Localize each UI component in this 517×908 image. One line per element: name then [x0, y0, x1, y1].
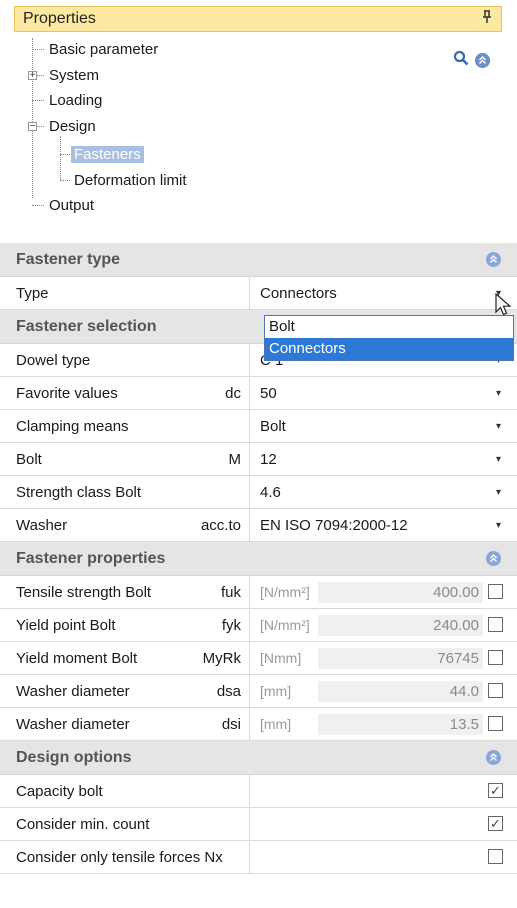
tree-item-system[interactable]: System	[46, 65, 102, 87]
dropdown-option-connectors[interactable]: Connectors	[265, 338, 513, 360]
dropdown-option-bolt[interactable]: Bolt	[265, 316, 513, 338]
pin-icon[interactable]	[481, 10, 493, 27]
tree-item-design[interactable]: Design	[46, 116, 99, 138]
panel-title: Properties	[23, 10, 96, 27]
tree-line	[60, 136, 61, 180]
property-row[interactable]: Yield point Bolt fyk [N/mm²] 240.00	[0, 609, 517, 642]
property-row[interactable]: Clamping means Bolt ▾	[0, 410, 517, 443]
clamping-means-select[interactable]: Bolt ▾	[250, 410, 517, 442]
tree-item-deformation-limit[interactable]: Deformation limit	[71, 170, 190, 192]
tree-line	[32, 205, 44, 206]
section-design-options[interactable]: Design options	[0, 741, 517, 775]
mouse-cursor-icon	[495, 292, 512, 321]
chevron-down-icon[interactable]: ▾	[496, 520, 501, 531]
property-row[interactable]: Strength class Bolt 4.6 ▾	[0, 476, 517, 509]
bolt-size-select[interactable]: 12 ▾	[250, 443, 517, 475]
tree-item-fasteners[interactable]: Fasteners	[71, 144, 144, 166]
tree-line	[60, 154, 70, 155]
collapse-section-icon[interactable]	[486, 750, 501, 770]
row-label: Type	[16, 284, 49, 302]
capacity-bolt-checkbox[interactable]: ✓	[488, 783, 503, 798]
tree-line	[36, 126, 44, 127]
section-fastener-type[interactable]: Fastener type	[0, 243, 517, 277]
collapse-all-icon[interactable]	[475, 52, 490, 68]
override-checkbox[interactable]	[488, 650, 503, 665]
collapse-section-icon[interactable]	[486, 252, 501, 272]
type-dropdown-list[interactable]: Bolt Connectors	[264, 315, 514, 361]
tensile-forces-checkbox[interactable]	[488, 849, 503, 864]
tree-line	[32, 38, 33, 198]
section-fastener-properties[interactable]: Fastener properties	[0, 542, 517, 576]
tree-line	[32, 49, 44, 50]
override-checkbox[interactable]	[488, 716, 503, 731]
tree-line	[36, 75, 44, 76]
min-count-checkbox[interactable]: ✓	[488, 816, 503, 831]
properties-title-bar: Properties	[14, 6, 502, 32]
property-row[interactable]: Bolt M 12 ▾	[0, 443, 517, 476]
chevron-down-icon[interactable]: ▾	[496, 454, 501, 465]
strength-class-select[interactable]: 4.6 ▾	[250, 476, 517, 508]
navigator-tree: + − Basic parameter System Loading Desig…	[14, 36, 502, 226]
override-checkbox[interactable]	[488, 617, 503, 632]
property-row[interactable]: Tensile strength Bolt fuk [N/mm²] 400.00	[0, 576, 517, 609]
type-row[interactable]: Type Connectors ▾	[0, 277, 517, 310]
collapse-section-icon[interactable]	[486, 551, 501, 571]
type-select[interactable]: Connectors ▾	[250, 277, 517, 309]
tree-item-basic-parameter[interactable]: Basic parameter	[46, 39, 161, 61]
property-row[interactable]: Washer diameter dsi [mm] 13.5	[0, 708, 517, 741]
expand-system-icon[interactable]: +	[28, 71, 37, 81]
washer-select[interactable]: EN ISO 7094:2000-12 ▾	[250, 509, 517, 541]
override-checkbox[interactable]	[488, 683, 503, 698]
tree-line	[60, 180, 70, 181]
readonly-value: 13.5	[318, 714, 483, 735]
chevron-down-icon[interactable]: ▾	[496, 421, 501, 432]
property-row[interactable]: Washer acc.to EN ISO 7094:2000-12 ▾	[0, 509, 517, 542]
option-row[interactable]: Capacity bolt ✓	[0, 775, 517, 808]
property-row[interactable]: Yield moment Bolt MyRk [Nmm] 76745	[0, 642, 517, 675]
readonly-value: 240.00	[318, 615, 483, 636]
property-row[interactable]: Favorite values dc 50 ▾	[0, 377, 517, 410]
readonly-value: 76745	[318, 648, 483, 669]
tree-item-loading[interactable]: Loading	[46, 90, 105, 112]
chevron-down-icon[interactable]: ▾	[496, 487, 501, 498]
option-row[interactable]: Consider min. count ✓	[0, 808, 517, 841]
tree-item-output[interactable]: Output	[46, 195, 97, 217]
readonly-value: 400.00	[318, 582, 483, 603]
search-icon[interactable]	[453, 50, 469, 70]
chevron-down-icon[interactable]: ▾	[496, 388, 501, 399]
readonly-value: 44.0	[318, 681, 483, 702]
favorite-values-select[interactable]: 50 ▾	[250, 377, 517, 409]
tree-line	[32, 100, 44, 101]
override-checkbox[interactable]	[488, 584, 503, 599]
collapse-design-icon[interactable]: −	[28, 122, 37, 132]
property-row[interactable]: Washer diameter dsa [mm] 44.0	[0, 675, 517, 708]
option-row[interactable]: Consider only tensile forces Nx	[0, 841, 517, 874]
